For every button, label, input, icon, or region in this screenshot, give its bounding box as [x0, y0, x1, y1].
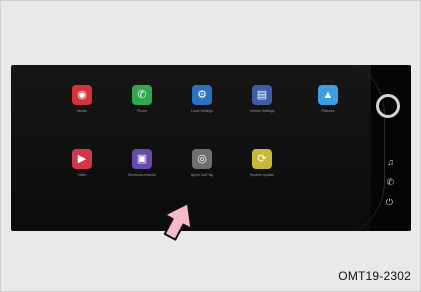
phone-icon[interactable]: ✆: [386, 177, 394, 187]
app-phone[interactable]: ✆ Phone: [117, 85, 167, 113]
app-local-settings[interactable]: ⚙ Local Settings: [177, 85, 227, 113]
app-label: Apple CarPlay: [190, 173, 214, 177]
manual-icon: ▣: [132, 149, 152, 169]
app-electronic-manual[interactable]: ▣ Electronic manual: [117, 149, 167, 177]
app-label: Video: [77, 173, 87, 177]
play-icon: ▶: [72, 149, 92, 169]
figure-frame: ◉ Media ✆ Phone ⚙ Local Settings ▤ Vehic…: [0, 0, 421, 292]
phone-icon: ✆: [132, 85, 152, 105]
app-vehicle-settings[interactable]: ▤ Vehicle Settings: [237, 85, 287, 113]
infotainment-screen: ◉ Media ✆ Phone ⚙ Local Settings ▤ Vehic…: [11, 65, 411, 231]
app-label: Vehicle Settings: [249, 109, 275, 113]
disc-icon: ◉: [72, 85, 92, 105]
side-panel-edge: [325, 65, 385, 231]
power-icon[interactable]: ⏻: [386, 197, 393, 207]
gear-icon: ⚙: [192, 85, 212, 105]
app-apple-carplay[interactable]: ◎ Apple CarPlay: [177, 149, 227, 177]
carplay-icon: ◎: [192, 149, 212, 169]
figure-code: OMT19-2302: [338, 269, 411, 283]
app-label: System Update: [250, 173, 274, 177]
home-ring-icon[interactable]: [376, 94, 400, 118]
app-label: Media: [77, 109, 87, 113]
app-label: Local Settings: [191, 109, 213, 113]
music-note-icon[interactable]: ♫: [387, 157, 394, 167]
app-label: Phone: [136, 109, 148, 113]
app-system-update[interactable]: ⟳ System Update: [237, 149, 287, 177]
app-label: Electronic manual: [128, 173, 156, 177]
update-icon: ⟳: [252, 149, 272, 169]
car-icon: ▤: [252, 85, 272, 105]
pointing-arrow-icon: [163, 202, 193, 241]
app-media[interactable]: ◉ Media: [57, 85, 107, 113]
app-video[interactable]: ▶ Video: [57, 149, 107, 177]
